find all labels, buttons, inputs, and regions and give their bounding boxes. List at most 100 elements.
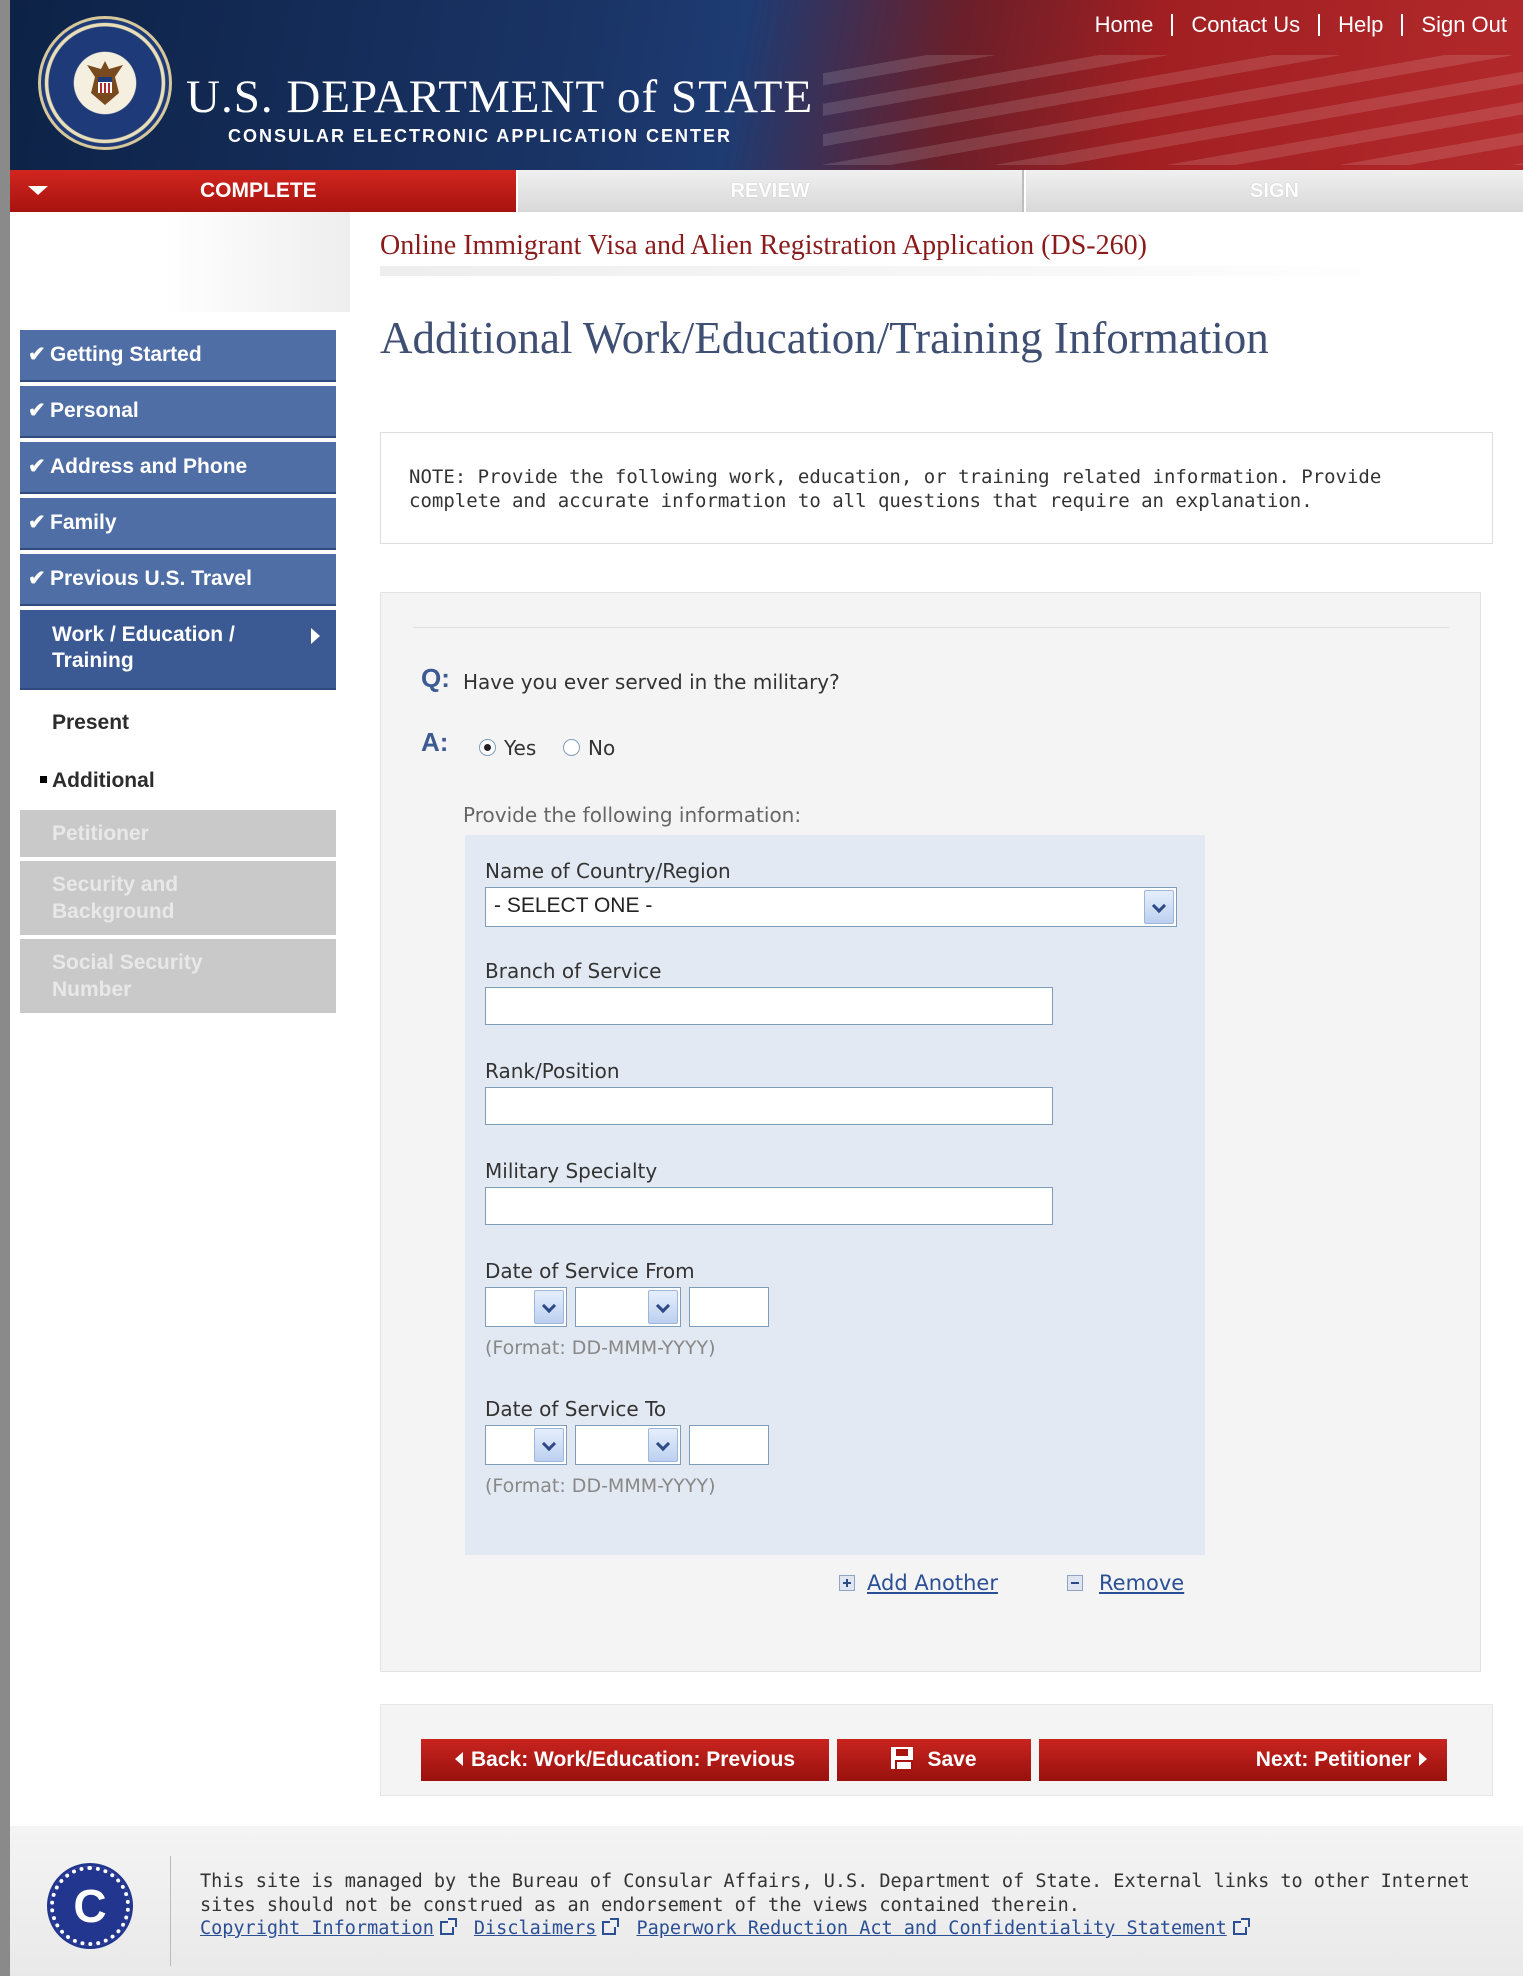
sidebar-item-label: Personal bbox=[50, 399, 139, 422]
site-header: U.S. DEPARTMENT of STATE CONSULAR ELECTR… bbox=[10, 0, 1523, 170]
external-link-icon bbox=[602, 1918, 620, 1935]
nav-separator bbox=[1318, 14, 1321, 36]
window-frame bbox=[0, 0, 10, 1976]
checkmark-icon: ✔ bbox=[28, 399, 46, 422]
sidebar-item-address-phone[interactable]: ✔ Address and Phone bbox=[20, 442, 336, 494]
service-to-month-select[interactable] bbox=[575, 1425, 681, 1465]
sidebar-item-label: Family bbox=[50, 511, 117, 534]
sidebar-subitem-additional[interactable]: Additional bbox=[20, 752, 336, 810]
footer-links: Copyright Information Disclaimers Paperwor… bbox=[200, 1918, 1267, 1939]
page: U.S. DEPARTMENT of STATE CONSULAR ELECTR… bbox=[10, 0, 1523, 1976]
navigation-buttons: Back: Work/Education: Previous Save Next… bbox=[380, 1704, 1493, 1796]
brand-title: U.S. DEPARTMENT of STATE bbox=[186, 71, 814, 123]
footer-text: This site is managed by the Bureau of Co… bbox=[200, 1870, 1500, 1918]
back-button-label: Back: Work/Education: Previous bbox=[470, 1748, 796, 1771]
chevron-down-icon bbox=[534, 1290, 564, 1324]
service-to-day-select[interactable] bbox=[485, 1425, 567, 1465]
nav-separator bbox=[1171, 14, 1174, 36]
rank-label: Rank/Position bbox=[485, 1059, 620, 1083]
next-button[interactable]: Next: Petitioner bbox=[1039, 1739, 1447, 1781]
country-select[interactable]: - SELECT ONE - bbox=[485, 887, 1177, 927]
sidebar-item-label-line2: Number bbox=[52, 978, 132, 1001]
plus-icon[interactable] bbox=[839, 1575, 855, 1591]
sidebar-item-previous-travel[interactable]: ✔ Previous U.S. Travel bbox=[20, 554, 336, 606]
sidebar-item-getting-started[interactable]: ✔ Getting Started bbox=[20, 330, 336, 382]
save-disk-icon bbox=[891, 1747, 914, 1771]
specialty-input[interactable] bbox=[485, 1187, 1053, 1225]
branch-input[interactable] bbox=[485, 987, 1053, 1025]
checkmark-icon: ✔ bbox=[28, 511, 46, 534]
rank-input[interactable] bbox=[485, 1087, 1053, 1125]
department-seal-icon bbox=[38, 16, 172, 150]
sidebar-item-personal[interactable]: ✔ Personal bbox=[20, 386, 336, 438]
save-button-label: Save bbox=[927, 1748, 977, 1771]
branch-label: Branch of Service bbox=[485, 959, 662, 983]
sidebar-item-label-line2: Background bbox=[52, 900, 175, 923]
page-title: Additional Work/Education/Training Infor… bbox=[380, 313, 1269, 363]
brand-subtitle: CONSULAR ELECTRONIC APPLICATION CENTER bbox=[228, 126, 733, 146]
sidebar-subitem-label: Additional bbox=[52, 769, 155, 792]
radio-yes[interactable] bbox=[479, 739, 496, 756]
sidebar-item-security-background: Security and Background bbox=[20, 861, 336, 935]
chevron-down-icon bbox=[534, 1428, 564, 1462]
question-form: Q: Have you ever served in the military?… bbox=[380, 592, 1481, 1672]
service-from-year-input[interactable] bbox=[689, 1287, 769, 1327]
note-text-line2: complete and accurate information to all… bbox=[409, 490, 1313, 512]
site-footer: C This site is managed by the Bureau of … bbox=[10, 1826, 1523, 1976]
nav-signout-link[interactable]: Sign Out bbox=[1421, 12, 1507, 37]
copyright-link[interactable]: Copyright Information bbox=[200, 1918, 434, 1939]
military-details-panel: Name of Country/Region - SELECT ONE - Br… bbox=[465, 835, 1205, 1555]
progress-step-complete: COMPLETE bbox=[10, 170, 516, 212]
sidebar-item-petitioner: Petitioner bbox=[20, 810, 336, 857]
sidebar-nav: ✔ Getting Started ✔ Personal ✔ Address and … bbox=[20, 330, 336, 1017]
sidebar-item-label: Getting Started bbox=[50, 343, 202, 366]
sidebar-item-family[interactable]: ✔ Family bbox=[20, 498, 336, 550]
form-divider bbox=[413, 627, 1449, 628]
next-button-label: Next: Petitioner bbox=[1255, 1748, 1411, 1771]
service-to-format-hint: (Format: DD-MMM-YYYY) bbox=[485, 1475, 716, 1497]
service-from-label: Date of Service From bbox=[485, 1259, 695, 1283]
chevron-right-icon bbox=[311, 628, 320, 644]
disclaimers-link[interactable]: Disclaimers bbox=[474, 1918, 597, 1939]
question-label: Q: bbox=[421, 663, 450, 693]
service-from-day-select[interactable] bbox=[485, 1287, 567, 1327]
nav-help-link[interactable]: Help bbox=[1338, 12, 1383, 37]
title-divider bbox=[380, 266, 1380, 276]
service-from-month-select[interactable] bbox=[575, 1287, 681, 1327]
back-button[interactable]: Back: Work/Education: Previous bbox=[421, 1739, 829, 1781]
sidebar-item-label: Security and bbox=[52, 873, 179, 896]
top-nav: Home Contact Us Help Sign Out bbox=[1095, 12, 1507, 38]
footer-divider bbox=[170, 1856, 171, 1966]
service-from-format-hint: (Format: DD-MMM-YYYY) bbox=[485, 1337, 716, 1359]
sidebar-item-work-education[interactable]: Work / Education / Training bbox=[20, 610, 336, 690]
specialty-label: Military Specialty bbox=[485, 1159, 658, 1183]
sidebar-subitem-present[interactable]: Present bbox=[20, 694, 336, 752]
question-text: Have you ever served in the military? bbox=[463, 670, 840, 694]
radio-no[interactable] bbox=[563, 739, 580, 756]
sidebar-item-label: Previous U.S. Travel bbox=[50, 567, 252, 590]
note-text-line1: NOTE: Provide the following work, educat… bbox=[409, 466, 1382, 488]
progress-step-sign: SIGN bbox=[1026, 170, 1523, 212]
add-another-link[interactable]: Add Another bbox=[867, 1571, 998, 1595]
checkmark-icon: ✔ bbox=[28, 343, 46, 366]
radio-yes-label[interactable]: Yes bbox=[504, 736, 536, 760]
nav-separator bbox=[1401, 14, 1404, 36]
minus-icon[interactable] bbox=[1067, 1575, 1083, 1591]
radio-no-label[interactable]: No bbox=[588, 736, 615, 760]
service-to-year-input[interactable] bbox=[689, 1425, 769, 1465]
sidebar-item-social-security: Social Security Number bbox=[20, 939, 336, 1013]
checkmark-icon: ✔ bbox=[28, 455, 46, 478]
current-bullet-icon bbox=[40, 776, 47, 783]
eagle-icon bbox=[87, 61, 123, 105]
sidebar-item-label-line2: Training bbox=[52, 649, 134, 672]
consular-affairs-logo-icon: C bbox=[47, 1863, 133, 1949]
service-to-label: Date of Service To bbox=[485, 1397, 667, 1421]
save-button[interactable]: Save bbox=[837, 1739, 1031, 1781]
nav-home-link[interactable]: Home bbox=[1095, 12, 1154, 37]
nav-contact-link[interactable]: Contact Us bbox=[1191, 12, 1300, 37]
paperwork-reduction-link[interactable]: Paperwork Reduction Act and Confidential… bbox=[636, 1918, 1226, 1939]
provide-info-text: Provide the following information: bbox=[463, 803, 802, 827]
country-select-value: - SELECT ONE - bbox=[494, 894, 653, 917]
chevron-down-icon bbox=[648, 1290, 678, 1324]
remove-link[interactable]: Remove bbox=[1099, 1571, 1184, 1595]
